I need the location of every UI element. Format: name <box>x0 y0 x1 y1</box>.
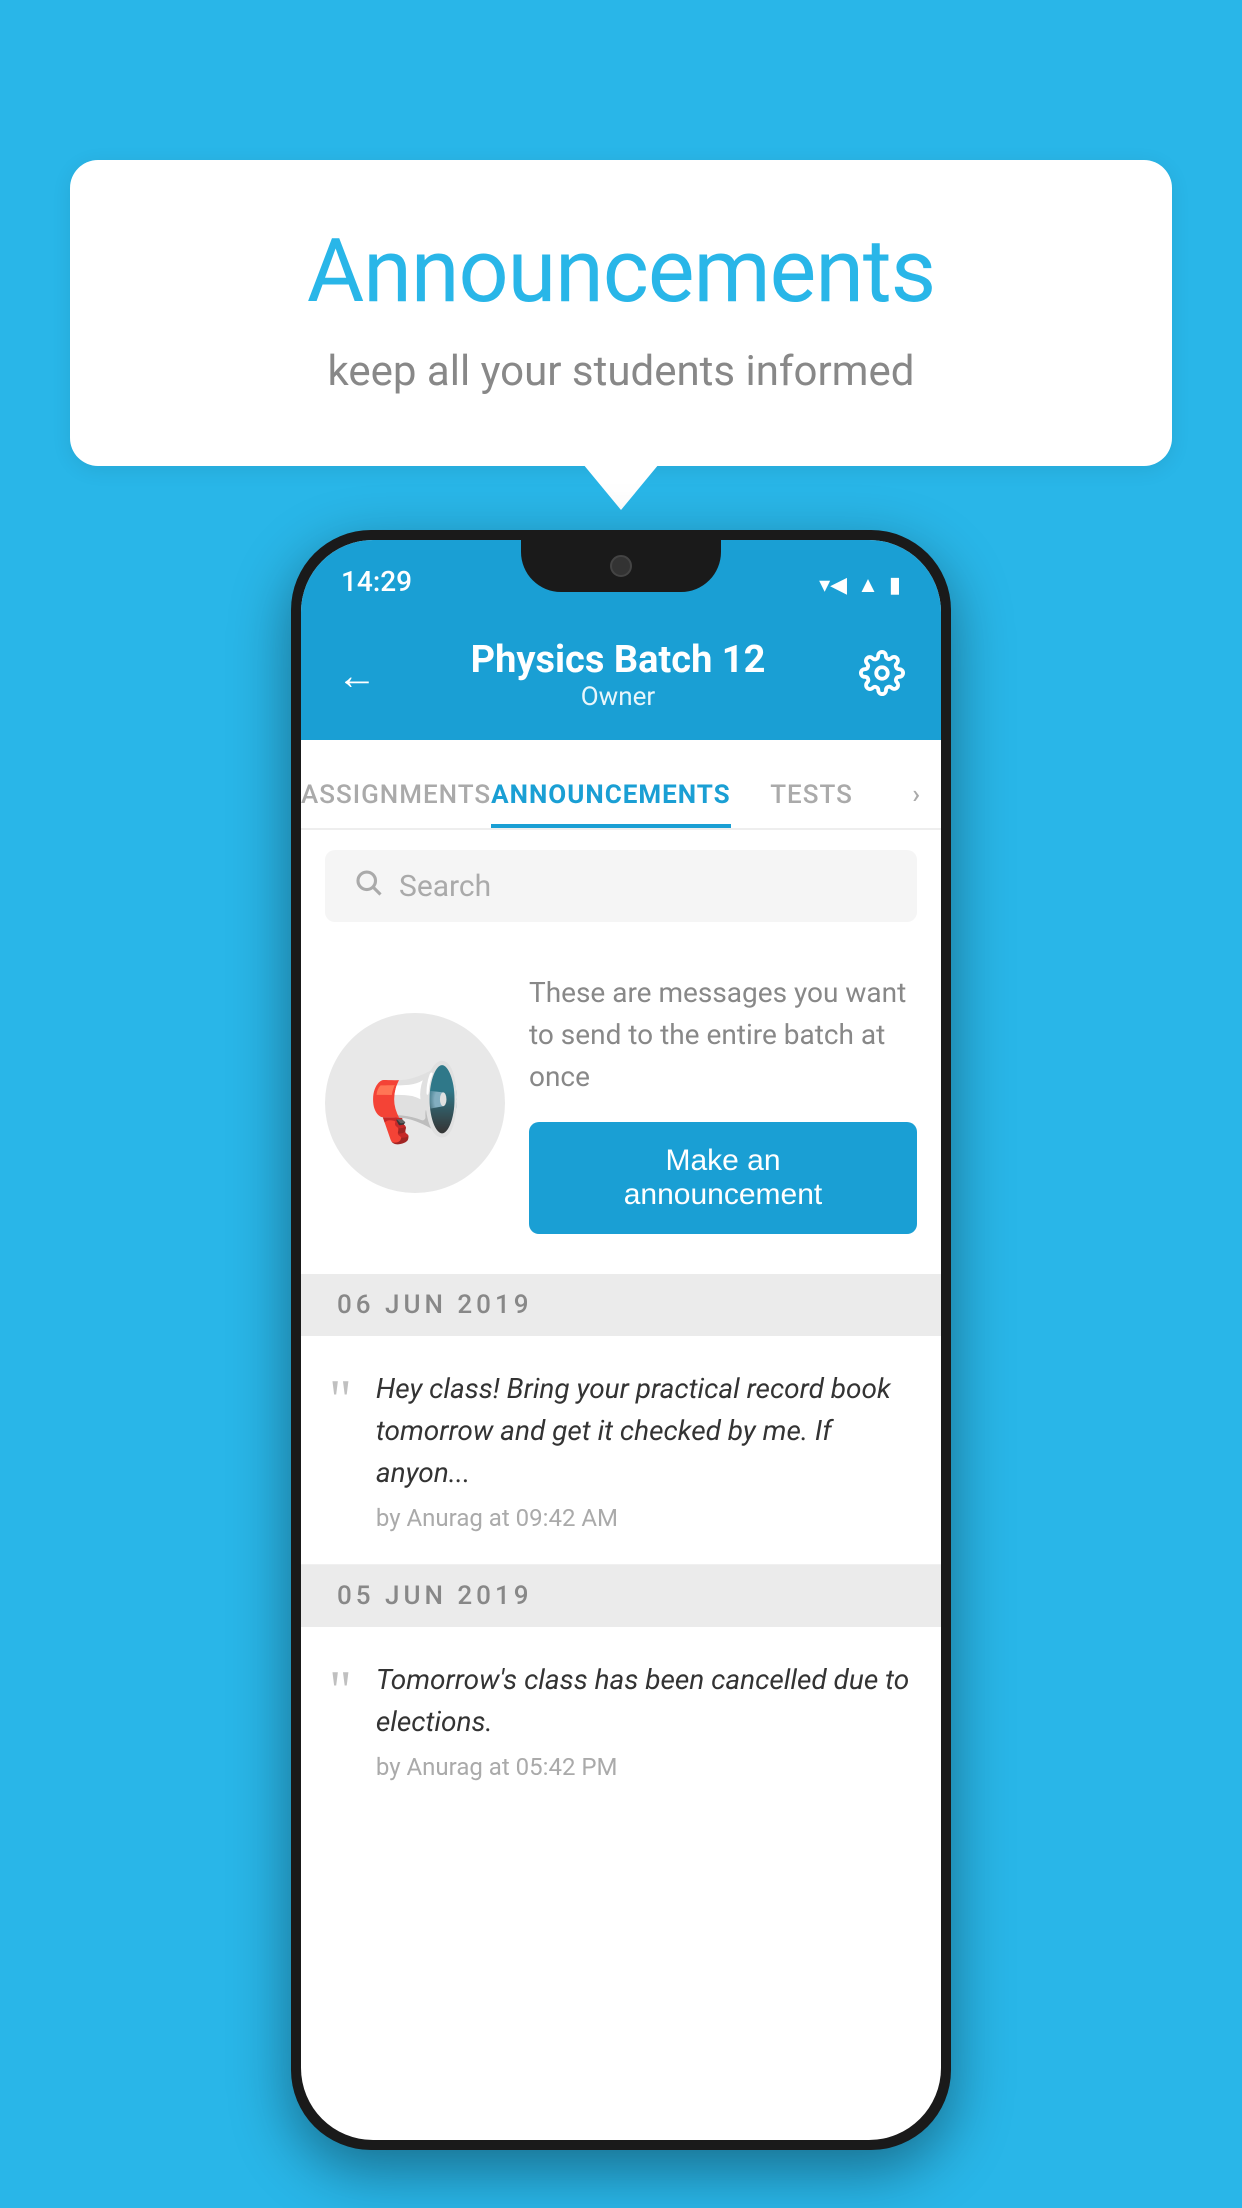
header-center: Physics Batch 12 Owner <box>471 638 766 712</box>
date-separator-1: 06 JUN 2019 <box>301 1274 941 1336</box>
phone-outer: 14:29 ▾◀ ▲ ▮ ← Physics Batch 12 Owner <box>291 530 951 2150</box>
announcement-text-1: Hey class! Bring your practical record b… <box>376 1368 913 1532</box>
camera-lens <box>610 555 632 577</box>
quote-icon-1: " <box>329 1372 352 1428</box>
make-announcement-button[interactable]: Make an announcement <box>529 1122 917 1234</box>
announcement-promo-section: 📢 These are messages you want to send to… <box>301 942 941 1274</box>
status-icons: ▾◀ ▲ ▮ <box>819 572 901 598</box>
megaphone-icon: 📢 <box>368 1058 463 1148</box>
phone-mockup: 14:29 ▾◀ ▲ ▮ ← Physics Batch 12 Owner <box>291 530 951 2150</box>
announcement-meta-1: by Anurag at 09:42 AM <box>376 1504 913 1532</box>
wifi-icon: ▾◀ <box>819 573 847 598</box>
announcement-text-2: Tomorrow's class has been cancelled due … <box>376 1659 913 1781</box>
tab-announcements[interactable]: ANNOUNCEMENTS <box>491 780 730 828</box>
speech-bubble: Announcements keep all your students inf… <box>70 160 1172 466</box>
quote-icon-2: " <box>329 1663 352 1719</box>
search-icon <box>353 867 383 905</box>
phone-notch <box>521 540 721 592</box>
date-separator-2: 05 JUN 2019 <box>301 1565 941 1627</box>
announcement-message-1: Hey class! Bring your practical record b… <box>376 1368 913 1494</box>
status-time: 14:29 <box>341 565 412 598</box>
battery-icon: ▮ <box>889 573 901 598</box>
announcement-icon-circle: 📢 <box>325 1013 505 1193</box>
announcement-item-1[interactable]: " Hey class! Bring your practical record… <box>301 1336 941 1565</box>
signal-icon: ▲ <box>857 572 879 598</box>
owner-label: Owner <box>471 682 766 712</box>
app-header: ← Physics Batch 12 Owner <box>301 610 941 740</box>
gear-icon <box>859 650 905 696</box>
speech-bubble-title: Announcements <box>150 220 1092 323</box>
search-placeholder-text: Search <box>399 869 491 904</box>
tab-tests[interactable]: TESTS <box>731 780 893 828</box>
speech-bubble-container: Announcements keep all your students inf… <box>70 160 1172 466</box>
batch-title: Physics Batch 12 <box>471 638 766 682</box>
settings-button[interactable] <box>859 650 905 700</box>
promo-description: These are messages you want to send to t… <box>529 972 917 1098</box>
tab-assignments[interactable]: ASSIGNMENTS <box>301 780 491 828</box>
speech-bubble-subtitle: keep all your students informed <box>150 347 1092 396</box>
announcement-meta-2: by Anurag at 05:42 PM <box>376 1753 913 1781</box>
phone-screen: 14:29 ▾◀ ▲ ▮ ← Physics Batch 12 Owner <box>301 540 941 2140</box>
promo-right: These are messages you want to send to t… <box>529 972 917 1234</box>
search-bar[interactable]: Search <box>325 850 917 922</box>
announcement-message-2: Tomorrow's class has been cancelled due … <box>376 1659 913 1743</box>
back-button[interactable]: ← <box>337 652 377 699</box>
announcement-item-2[interactable]: " Tomorrow's class has been cancelled du… <box>301 1627 941 1813</box>
tab-more[interactable]: › <box>892 780 941 828</box>
tab-bar: ASSIGNMENTS ANNOUNCEMENTS TESTS › <box>301 740 941 830</box>
